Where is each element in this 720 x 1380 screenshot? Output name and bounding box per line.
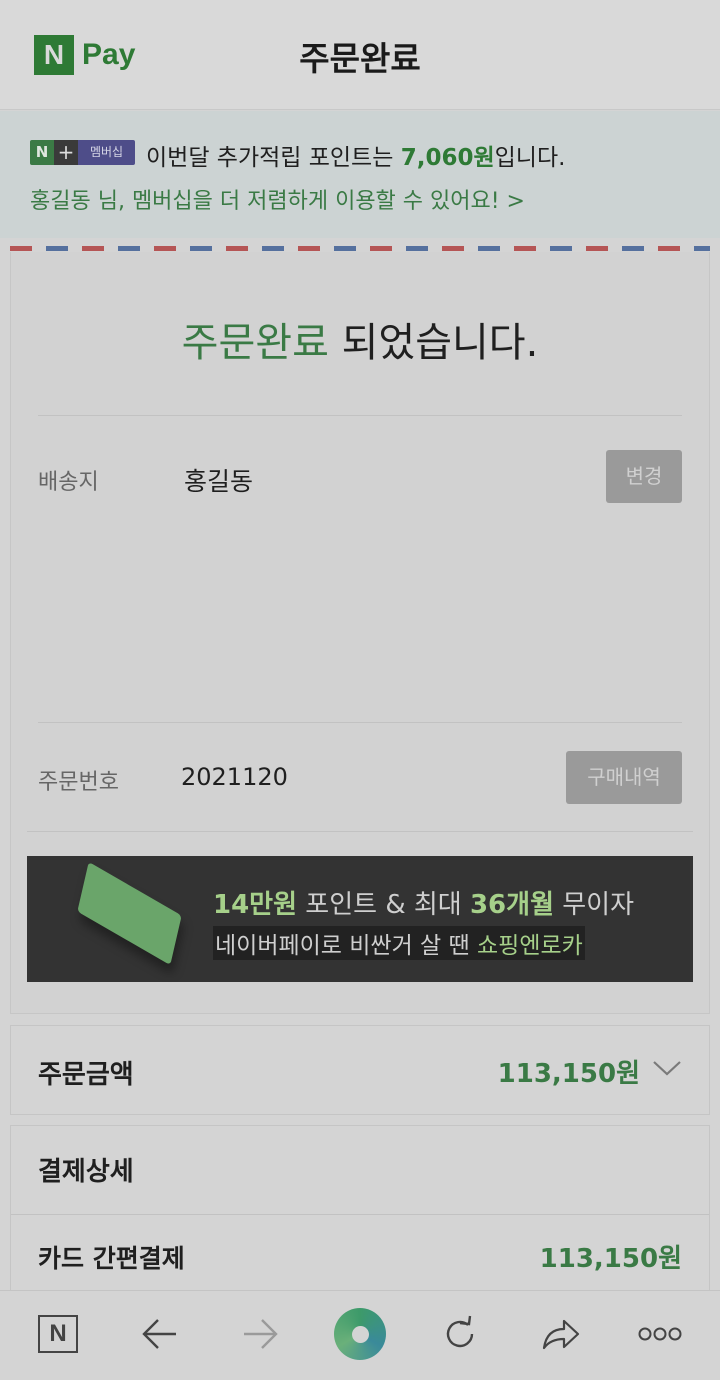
payment-amount: 113,150원 [539,1244,682,1274]
membership-link[interactable]: 홍길동 님, 멤버십을 더 저렴하게 이용할 수 있어요! > [30,183,525,215]
arrow-right-icon [244,1319,278,1349]
divider [11,1214,709,1215]
banner-line-2: 네이버페이로 비싼거 살 땐 쇼핑엔로카 [213,926,585,960]
order-complete-message: 주문완료 되었습니다. [0,310,720,368]
purchase-history-button[interactable]: 구매내역 [566,751,682,804]
divider [38,415,682,416]
order-number-label: 주문번호 [38,770,119,795]
points-value: 7,060원 [400,145,495,171]
badge-plus: + [54,140,78,165]
order-complete-highlight: 주문완료 [181,320,329,366]
naver-home-icon: N [38,1315,78,1353]
forward-button[interactable] [232,1308,288,1360]
naver-green-dot-button[interactable] [332,1308,388,1360]
refresh-button[interactable] [432,1308,488,1360]
order-amount-value: 113,150원 [497,1059,640,1089]
banner-text-c: 네이버페이로 비싼거 살 땐 [215,933,478,959]
order-amount-label: 주문금액 [38,1060,134,1090]
points-prefix: 이번달 추가적립 포인트는 [146,145,401,171]
badge-n: N [30,140,54,165]
divider [38,722,682,723]
airmail-border [10,246,710,251]
badge-membership: 멤버십 [78,140,135,165]
membership-points-text: 이번달 추가적립 포인트는 7,060원입니다. [146,138,565,172]
refresh-icon [446,1315,474,1348]
shopping-card-banner[interactable]: 14만원 포인트 & 최대 36개월 무이자 네이버페이로 비싼거 살 땐 쇼핑… [27,856,693,982]
share-button[interactable] [532,1308,588,1360]
shipping-recipient: 홍길동 [184,467,254,496]
divider [27,831,693,832]
banner-text-a: 포인트 & 최대 [297,890,470,920]
shipping-label: 배송지 [38,470,99,495]
page-title: 주문완료 [299,39,421,78]
membership-banner [0,111,720,238]
banner-months: 36개월 [469,890,554,920]
banner-card-name: 쇼핑엔로카 [477,933,583,959]
banner-text-b: 무이자 [554,890,635,920]
payment-detail-title: 결제상세 [38,1157,134,1187]
chevron-down-icon[interactable] [652,1058,682,1082]
credit-card-image [77,861,182,966]
arrow-left-icon [142,1319,176,1349]
points-suffix: 입니다. [494,145,566,171]
payment-method: 카드 간편결제 [38,1244,185,1273]
membership-badge: N + 멤버십 [30,140,135,165]
share-icon [542,1319,580,1350]
naver-home-button[interactable]: N [30,1308,86,1360]
banner-points: 14만원 [213,890,298,920]
order-number-value: 2021120 [181,763,288,791]
change-address-button[interactable]: 변경 [606,450,682,503]
banner-line-1: 14만원 포인트 & 최대 36개월 무이자 [213,884,634,921]
more-icon [638,1327,682,1341]
green-dot-icon [334,1308,386,1360]
back-button[interactable] [132,1308,188,1360]
more-button[interactable] [632,1308,688,1360]
order-complete-rest: 되었습니다. [328,320,539,366]
